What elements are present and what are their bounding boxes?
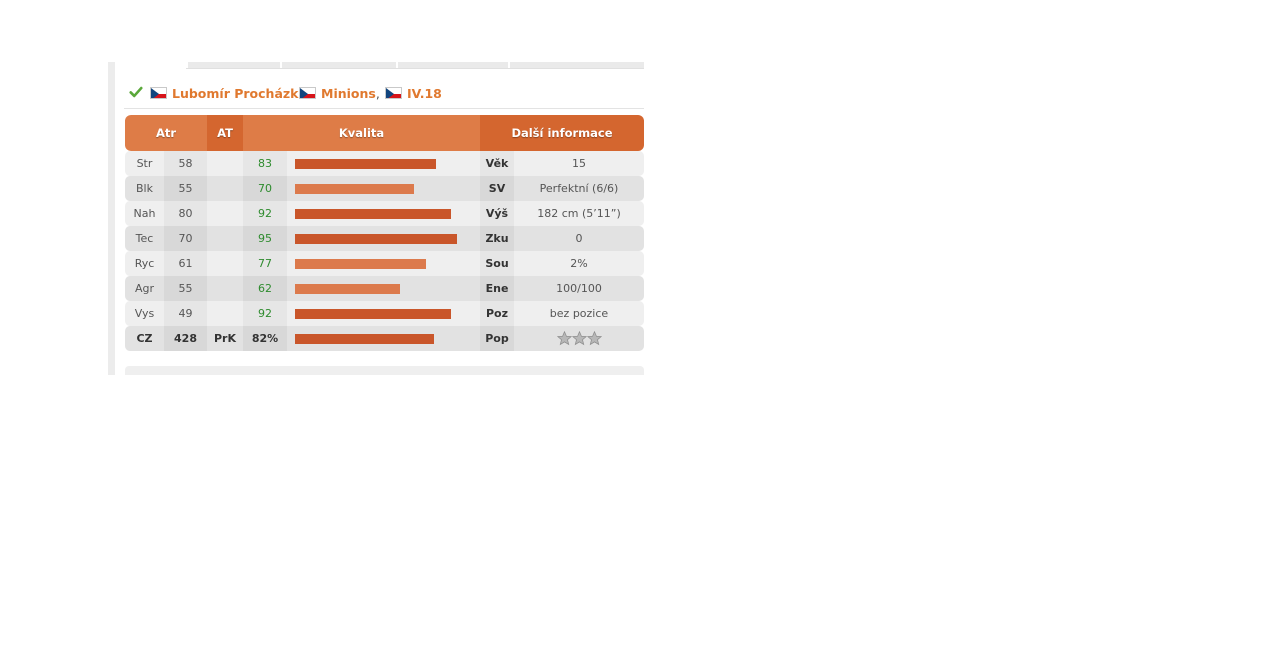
- info-label: Ene: [480, 276, 514, 301]
- quality-bar-cell: [287, 151, 480, 176]
- left-border: [108, 62, 115, 375]
- attribute-quality: 70: [243, 176, 287, 201]
- team-link[interactable]: Minions,: [299, 84, 380, 102]
- attribute-quality: 95: [243, 226, 287, 251]
- header-atr: Atr: [125, 115, 207, 151]
- info-label: Výš: [480, 201, 514, 226]
- table-row: Ryc 61 77 Sou 2%: [125, 251, 644, 276]
- info-value: 15: [514, 151, 644, 176]
- star-empty-icon: [571, 331, 587, 346]
- info-label: Věk: [480, 151, 514, 176]
- attribute-name: Str: [125, 151, 164, 176]
- header-at: AT: [207, 115, 243, 151]
- check-icon: [129, 86, 143, 98]
- popularity-stars: [556, 331, 602, 346]
- header-kvalita: Kvalita: [243, 115, 480, 151]
- attribute-at: [207, 251, 243, 276]
- czech-flag-icon: [385, 87, 402, 99]
- quality-bar-cell: [287, 326, 480, 351]
- attributes-table: Atr AT Kvalita Další informace Str 58 83…: [125, 115, 644, 351]
- quality-bar: [295, 258, 426, 269]
- player-name-link[interactable]: Lubomír Procházka: [150, 84, 307, 102]
- info-label: Zku: [480, 226, 514, 251]
- top-tab-strip: [186, 62, 644, 69]
- quality-bar: [295, 283, 400, 294]
- attribute-quality: 92: [243, 201, 287, 226]
- quality-bar-cell: [287, 301, 480, 326]
- quality-bar-cell: [287, 176, 480, 201]
- attribute-quality: 77: [243, 251, 287, 276]
- attribute-at: [207, 201, 243, 226]
- info-label: Pop: [480, 326, 514, 351]
- attribute-name: Nah: [125, 201, 164, 226]
- attribute-name: Vys: [125, 301, 164, 326]
- info-label: SV: [480, 176, 514, 201]
- player-name[interactable]: Lubomír Procházka: [172, 86, 307, 101]
- attribute-at: [207, 226, 243, 251]
- info-label: Sou: [480, 251, 514, 276]
- quality-bar: [295, 208, 451, 219]
- separator: ,: [375, 85, 380, 101]
- attribute-at: [207, 151, 243, 176]
- attribute-value: 55: [164, 176, 207, 201]
- quality-bar: [295, 308, 451, 319]
- star-empty-icon: [556, 331, 572, 346]
- attribute-at: PrK: [207, 326, 243, 351]
- attribute-value: 58: [164, 151, 207, 176]
- attribute-quality: 92: [243, 301, 287, 326]
- league-name[interactable]: IV.18: [407, 86, 442, 101]
- attribute-name: Blk: [125, 176, 164, 201]
- attribute-value: 80: [164, 201, 207, 226]
- attribute-name: Tec: [125, 226, 164, 251]
- info-value: 100/100: [514, 276, 644, 301]
- table-row: Vys 49 92 Poz bez pozice: [125, 301, 644, 326]
- czech-flag-icon: [150, 87, 167, 99]
- quality-bar-cell: [287, 201, 480, 226]
- attribute-at: [207, 276, 243, 301]
- table-row: Blk 55 70 SV Perfektní (6/6): [125, 176, 644, 201]
- attribute-value: 70: [164, 226, 207, 251]
- attribute-value: 428: [164, 326, 207, 351]
- table-row: Tec 70 95 Zku 0: [125, 226, 644, 251]
- header-info: Další informace: [480, 115, 644, 151]
- info-value: bez pozice: [514, 301, 644, 326]
- attribute-at: [207, 176, 243, 201]
- table-row: Nah 80 92 Výš 182 cm (5’11”): [125, 201, 644, 226]
- attribute-quality: 82%: [243, 326, 287, 351]
- info-value: [514, 326, 644, 351]
- star-empty-icon: [586, 331, 602, 346]
- info-value: 0: [514, 226, 644, 251]
- quality-bar: [295, 158, 436, 169]
- quality-bar-cell: [287, 251, 480, 276]
- attribute-value: 49: [164, 301, 207, 326]
- league-link[interactable]: IV.18: [385, 84, 442, 102]
- quality-bar-cell: [287, 276, 480, 301]
- table-row: Agr 55 62 Ene 100/100: [125, 276, 644, 301]
- attribute-name: CZ: [125, 326, 164, 351]
- info-value: Perfektní (6/6): [514, 176, 644, 201]
- table-header: Atr AT Kvalita Další informace: [125, 115, 644, 151]
- info-label: Poz: [480, 301, 514, 326]
- attribute-value: 61: [164, 251, 207, 276]
- player-header: Lubomír Procházka Minions, IV.18: [124, 80, 644, 109]
- attribute-name: Ryc: [125, 251, 164, 276]
- info-value: 182 cm (5’11”): [514, 201, 644, 226]
- czech-flag-icon: [299, 87, 316, 99]
- info-value: 2%: [514, 251, 644, 276]
- team-name[interactable]: Minions: [321, 86, 376, 101]
- attribute-at: [207, 301, 243, 326]
- player-panel: Lubomír Procházka Minions, IV.18 Atr AT …: [108, 62, 644, 375]
- attribute-name: Agr: [125, 276, 164, 301]
- quality-bar-cell: [287, 226, 480, 251]
- table-row: Str 58 83 Věk 15: [125, 151, 644, 176]
- quality-bar: [295, 183, 414, 194]
- attribute-quality: 62: [243, 276, 287, 301]
- bottom-strip: [125, 366, 644, 375]
- quality-bar: [295, 333, 434, 344]
- attribute-value: 55: [164, 276, 207, 301]
- attribute-quality: 83: [243, 151, 287, 176]
- quality-bar: [295, 233, 457, 244]
- table-row: CZ 428 PrK 82% Pop: [125, 326, 644, 351]
